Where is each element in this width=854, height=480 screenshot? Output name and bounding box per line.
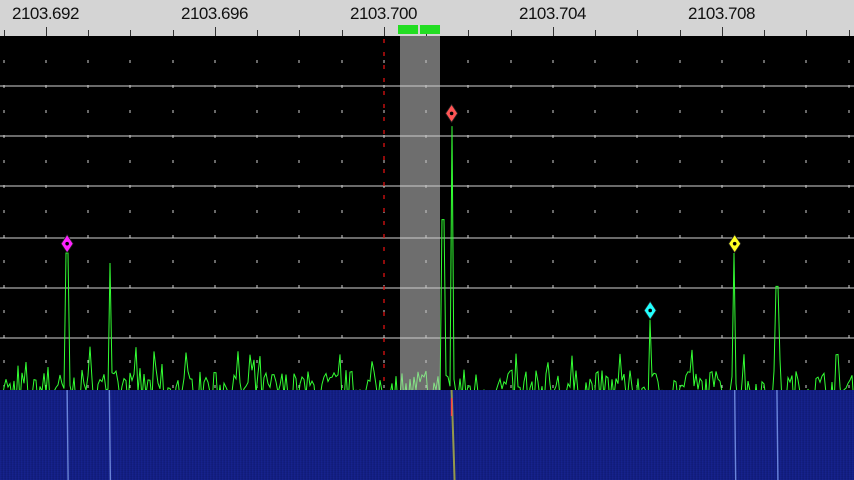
tuning-bar-left[interactable] xyxy=(398,25,418,34)
freq-label-2: 2103.700 xyxy=(350,4,417,23)
tuning-bar[interactable] xyxy=(398,25,440,34)
scale-tick xyxy=(215,27,216,36)
waterfall-traces xyxy=(66,390,779,480)
passband-filter-overlay[interactable] xyxy=(400,36,440,390)
waterfall-trace-3 xyxy=(733,390,737,480)
waterfall-display[interactable] xyxy=(0,390,854,480)
freq-label-1: 2103.696 xyxy=(181,4,248,23)
waterfall-trace-0 xyxy=(66,390,69,480)
waterfall-trace-1 xyxy=(108,390,112,480)
marker-yellow-dot xyxy=(732,241,737,246)
waterfall-trace-4 xyxy=(776,390,779,480)
tuning-bar-right[interactable] xyxy=(420,25,440,34)
freq-label-4: 2103.708 xyxy=(688,4,755,23)
freq-label-0: 2103.692 xyxy=(12,4,79,23)
scale-tick xyxy=(384,27,385,36)
scale-tick xyxy=(722,27,723,36)
marker-red-dot xyxy=(449,111,454,116)
marker-cyan-dot xyxy=(648,308,652,313)
scale-tick xyxy=(553,27,554,36)
freq-label-3: 2103.704 xyxy=(519,4,586,23)
scale-tick xyxy=(46,27,47,36)
marker-magenta-dot xyxy=(65,241,69,246)
